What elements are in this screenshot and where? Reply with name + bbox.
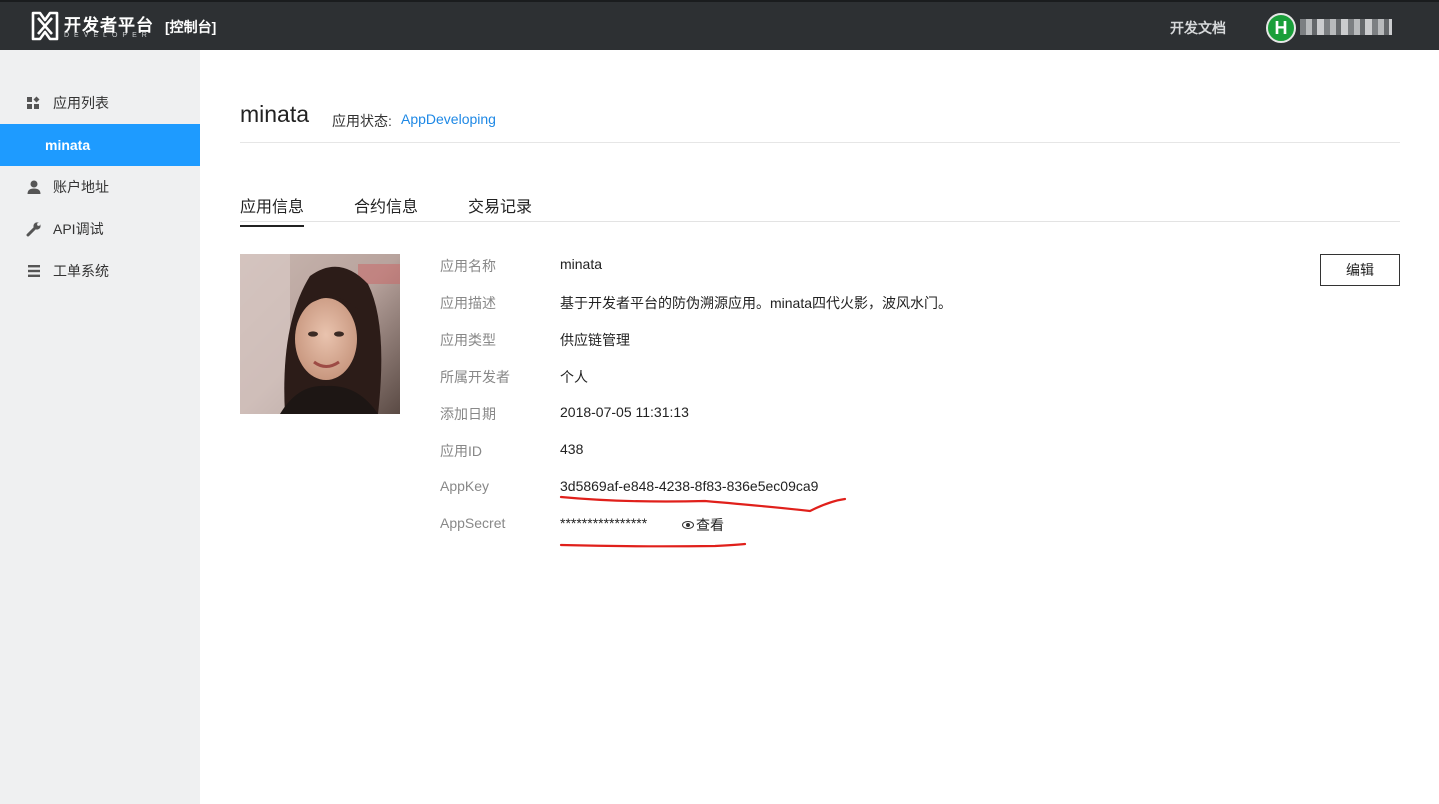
console-label[interactable]: [控制台] bbox=[165, 17, 216, 37]
list-icon bbox=[26, 263, 42, 279]
sidebar-item-ticket-system[interactable]: 工单系统 bbox=[0, 250, 200, 292]
detail-value-developer: 个人 bbox=[560, 369, 588, 385]
sidebar-item-label: 工单系统 bbox=[53, 263, 109, 279]
avatar-letter: H bbox=[1274, 18, 1288, 38]
sidebar-item-minata[interactable]: minata bbox=[0, 124, 200, 166]
developer-docs-link[interactable]: 开发文档 bbox=[1170, 18, 1226, 38]
wrench-icon bbox=[26, 221, 42, 237]
detail-value-app-id: 438 bbox=[560, 441, 584, 457]
status-value[interactable]: AppDeveloping bbox=[401, 111, 496, 127]
detail-label-app-name: 应用名称 bbox=[440, 258, 496, 274]
detail-label-developer: 所属开发者 bbox=[440, 369, 510, 385]
sidebar-item-label: 账户地址 bbox=[53, 179, 109, 195]
tab-transaction-records[interactable]: 交易记录 bbox=[468, 193, 532, 217]
sidebar-item-api-debug[interactable]: API调试 bbox=[0, 208, 200, 250]
detail-label-description: 应用描述 bbox=[440, 295, 496, 311]
detail-label-date-added: 添加日期 bbox=[440, 406, 496, 422]
developer-logo-icon[interactable] bbox=[30, 10, 60, 42]
username-redacted[interactable] bbox=[1300, 19, 1392, 35]
detail-label-app-id: 应用ID bbox=[440, 443, 482, 459]
edit-button[interactable]: 编辑 bbox=[1320, 254, 1400, 286]
status-label: 应用状态: bbox=[332, 113, 392, 129]
tab-contract-info[interactable]: 合约信息 bbox=[354, 193, 418, 217]
grid-icon bbox=[26, 95, 42, 111]
sidebar-item-app-list[interactable]: 应用列表 bbox=[0, 82, 200, 124]
detail-value-app-name: minata bbox=[560, 256, 603, 272]
detail-value-date-added: 2018-07-05 11:31:13 bbox=[560, 404, 689, 420]
sidebar-item-label: minata bbox=[45, 137, 91, 153]
detail-label-appsecret: AppSecret bbox=[440, 515, 506, 531]
red-annotation-underlines bbox=[559, 495, 847, 548]
avatar[interactable]: H bbox=[1266, 13, 1296, 43]
sidebar-item-label: 应用列表 bbox=[53, 95, 109, 111]
app-icon-image bbox=[240, 254, 400, 414]
detail-value-appkey: 3d5869af-e848-4238-8f83-836e5ec09ca9 bbox=[560, 478, 819, 494]
top-bar: 开发者平台 DEVELOPER [控制台] 开发文档 H bbox=[0, 0, 1439, 50]
sidebar-item-account-address[interactable]: 账户地址 bbox=[0, 166, 200, 208]
detail-value-app-type: 供应链管理 bbox=[560, 332, 630, 348]
tabs-divider bbox=[240, 221, 1400, 222]
header-divider bbox=[240, 142, 1400, 143]
detail-label-app-type: 应用类型 bbox=[440, 332, 496, 348]
sidebar-item-label: API调试 bbox=[53, 221, 104, 237]
detail-value-description: 基于开发者平台的防伪溯源应用。minata四代火影，波风水门。 bbox=[560, 295, 953, 311]
brand-subtitle: DEVELOPER bbox=[64, 32, 152, 39]
user-icon bbox=[26, 179, 42, 195]
sidebar: 应用列表 minata 账户地址 API调试 工单系统 bbox=[0, 50, 200, 804]
detail-label-appkey: AppKey bbox=[440, 478, 490, 494]
page-title: minata bbox=[240, 101, 310, 127]
